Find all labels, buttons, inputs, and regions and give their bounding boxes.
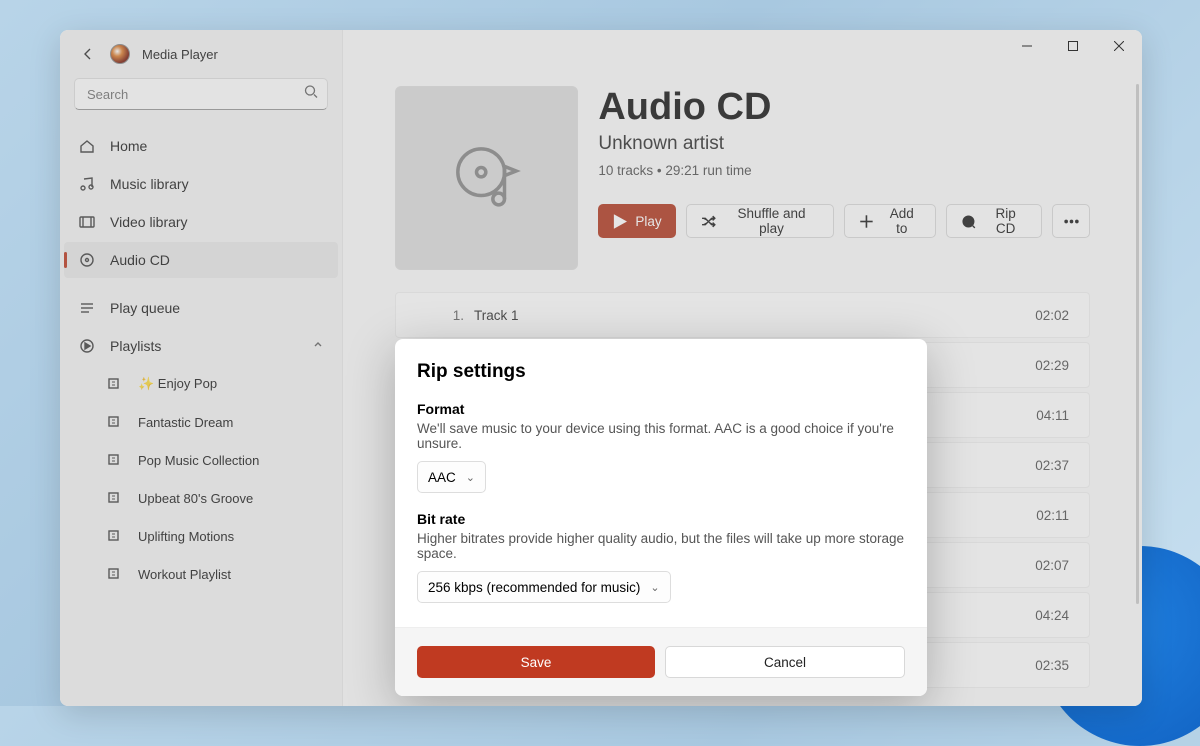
playlist-label: Fantastic Dream <box>138 415 233 430</box>
playlist-label: ✨ Enjoy Pop <box>138 376 217 392</box>
save-button[interactable]: Save <box>417 646 655 678</box>
button-label: Cancel <box>764 655 806 670</box>
dropdown-value: 256 kbps (recommended for music) <box>428 580 640 595</box>
sidebar-item-label: Home <box>110 138 147 154</box>
format-label: Format <box>417 401 905 417</box>
sidebar-item-queue[interactable]: Play queue <box>64 290 338 326</box>
sidebar-item-label: Music library <box>110 176 189 192</box>
playlist-sub-icon <box>106 527 124 545</box>
button-label: Play <box>635 214 661 229</box>
search-input[interactable] <box>74 78 328 110</box>
close-button[interactable] <box>1096 30 1142 62</box>
rip-cd-button[interactable]: Rip CD <box>946 204 1042 238</box>
minimize-button[interactable] <box>1004 30 1050 62</box>
track-title: Track 1 <box>474 308 1035 323</box>
sidebar-item-home[interactable]: Home <box>64 128 338 164</box>
format-description: We'll save music to your device using th… <box>417 421 905 451</box>
track-duration: 02:11 <box>1036 508 1069 523</box>
video-icon <box>78 213 96 231</box>
playlist-item[interactable]: Pop Music Collection <box>64 442 338 478</box>
playlist-icon <box>78 337 96 355</box>
home-icon <box>78 137 96 155</box>
artist-name: Unknown artist <box>598 133 1090 155</box>
playlist-sub-icon <box>106 413 124 431</box>
sidebar-item-label: Play queue <box>110 300 180 316</box>
button-label: Save <box>521 655 552 670</box>
playlist-sub-icon <box>106 451 124 469</box>
playlist-label: Upbeat 80's Groove <box>138 491 253 506</box>
disc-icon <box>78 251 96 269</box>
format-dropdown[interactable]: AAC ⌄ <box>417 461 486 493</box>
bitrate-label: Bit rate <box>417 511 905 527</box>
bitrate-dropdown[interactable]: 256 kbps (recommended for music) ⌄ <box>417 571 671 603</box>
page-title: Audio CD <box>598 86 1090 129</box>
track-duration: 02:02 <box>1035 308 1069 323</box>
dialog-title: Rip settings <box>417 361 905 383</box>
track-duration: 02:29 <box>1035 358 1069 373</box>
playlist-item[interactable]: Uplifting Motions <box>64 518 338 554</box>
playlist-label: Pop Music Collection <box>138 453 259 468</box>
chevron-down-icon: ⌄ <box>466 471 475 484</box>
track-duration: 04:24 <box>1035 608 1069 623</box>
album-subtitle: 10 tracks • 29:21 run time <box>598 163 1090 178</box>
playlist-sub-icon <box>106 565 124 583</box>
sidebar-item-label: Video library <box>110 214 188 230</box>
search-box <box>74 78 328 110</box>
shuffle-play-button[interactable]: Shuffle and play <box>686 204 835 238</box>
scrollbar[interactable] <box>1136 84 1139 604</box>
track-duration: 02:37 <box>1035 458 1069 473</box>
sidebar: Media Player Home Music library <box>60 30 343 706</box>
dropdown-value: AAC <box>428 470 456 485</box>
app-name: Media Player <box>142 47 218 62</box>
sidebar-item-music[interactable]: Music library <box>64 166 338 202</box>
playlist-label: Uplifting Motions <box>138 529 234 544</box>
playlist-sub-icon <box>106 375 124 393</box>
track-duration: 02:07 <box>1035 558 1069 573</box>
sidebar-item-playlists[interactable]: Playlists <box>64 328 338 364</box>
search-icon <box>304 85 318 104</box>
maximize-button[interactable] <box>1050 30 1096 62</box>
cancel-button[interactable]: Cancel <box>665 646 905 678</box>
playlist-item[interactable]: ✨ Enjoy Pop <box>64 366 338 402</box>
media-player-window: Media Player Home Music library <box>60 30 1142 706</box>
button-label: Shuffle and play <box>724 206 820 236</box>
album-art-placeholder <box>395 86 578 270</box>
sidebar-item-audio-cd[interactable]: Audio CD <box>64 242 338 278</box>
sidebar-item-label: Playlists <box>110 338 161 354</box>
add-to-button[interactable]: Add to <box>844 204 936 238</box>
bitrate-description: Higher bitrates provide higher quality a… <box>417 531 905 561</box>
playlist-item[interactable]: Workout Playlist <box>64 556 338 592</box>
track-row[interactable]: 1. Track 102:02 <box>395 292 1090 338</box>
chevron-down-icon: ⌄ <box>650 581 659 594</box>
play-button[interactable]: Play <box>598 204 675 238</box>
queue-icon <box>78 299 96 317</box>
playlist-label: Workout Playlist <box>138 567 231 582</box>
music-icon <box>78 175 96 193</box>
playlist-item[interactable]: Fantastic Dream <box>64 404 338 440</box>
sidebar-item-video[interactable]: Video library <box>64 204 338 240</box>
track-number: 1. <box>440 308 464 323</box>
more-button[interactable] <box>1052 204 1090 238</box>
track-duration: 04:11 <box>1036 408 1069 423</box>
window-titlebar <box>1004 30 1142 62</box>
sidebar-item-label: Audio CD <box>110 252 170 268</box>
rip-settings-dialog: Rip settings Format We'll save music to … <box>395 339 927 696</box>
back-button[interactable] <box>78 44 98 64</box>
chevron-up-icon <box>312 338 324 354</box>
app-icon <box>110 44 130 64</box>
playlist-sub-icon <box>106 489 124 507</box>
track-duration: 02:35 <box>1035 658 1069 673</box>
button-label: Rip CD <box>984 206 1027 236</box>
playlist-item[interactable]: Upbeat 80's Groove <box>64 480 338 516</box>
button-label: Add to <box>882 206 921 236</box>
